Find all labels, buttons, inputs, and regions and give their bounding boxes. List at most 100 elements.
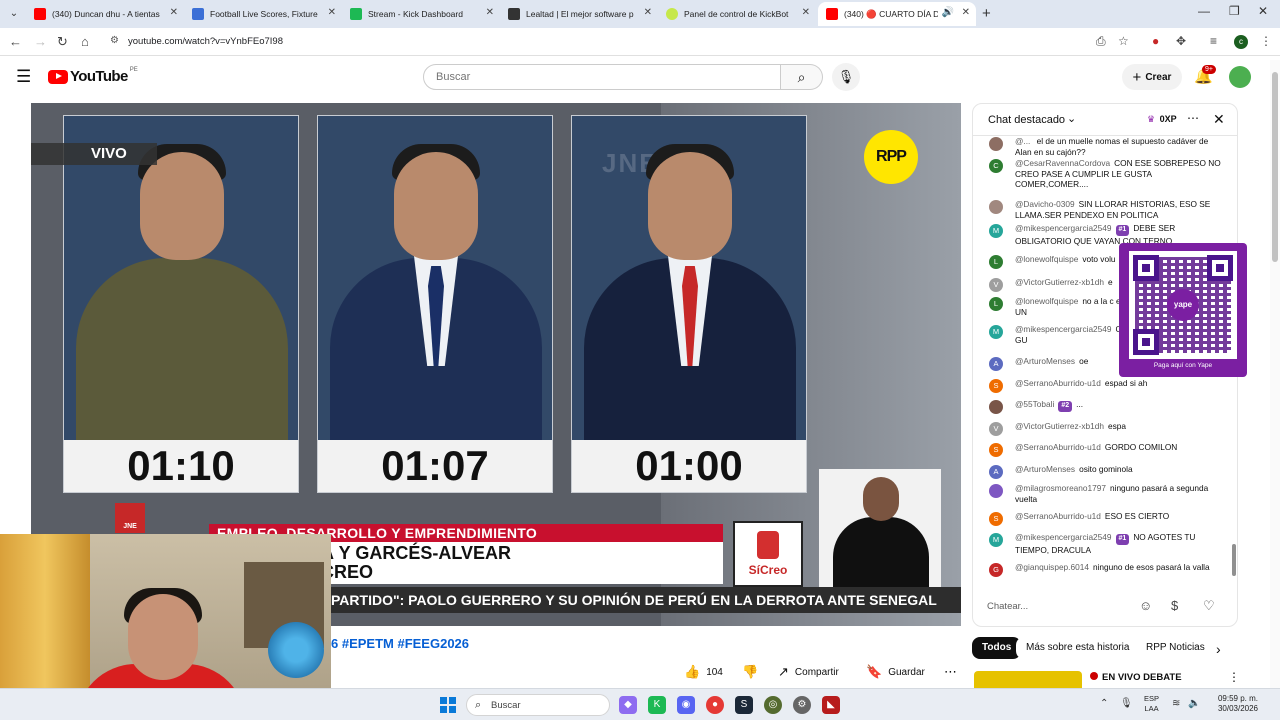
volume-icon[interactable]: 🔈 bbox=[1188, 698, 1200, 709]
windows-start-icon[interactable] bbox=[440, 697, 456, 713]
chat-author-avatar[interactable]: S bbox=[989, 512, 1003, 526]
recommended-video-title[interactable]: EN VIVO DEBATE bbox=[1090, 672, 1182, 683]
chat-author-name[interactable]: @gianquispep.6014 bbox=[1015, 562, 1089, 572]
chat-author-avatar[interactable] bbox=[989, 200, 1003, 214]
chat-author-name[interactable]: @ArturoMenses bbox=[1015, 464, 1075, 474]
tray-mic-icon[interactable]: 🎙 bbox=[1120, 698, 1133, 709]
heart-icon[interactable]: ♡ bbox=[1203, 598, 1215, 614]
chat-author-avatar[interactable]: M bbox=[989, 224, 1003, 238]
app-icon-7[interactable]: ⚙ bbox=[793, 696, 811, 714]
recommended-video-thumbnail[interactable] bbox=[974, 671, 1082, 688]
copilot-app-icon[interactable]: ◆ bbox=[619, 696, 637, 714]
extensions-puzzle-icon[interactable]: ✥ bbox=[1176, 34, 1186, 48]
reload-icon[interactable]: ↻ bbox=[57, 34, 68, 50]
back-icon[interactable]: ← bbox=[9, 34, 22, 49]
wifi-icon[interactable]: ≋ bbox=[1172, 698, 1180, 709]
browser-tab-2[interactable]: Football Live Scores, Fixtures & ✕ bbox=[184, 2, 342, 26]
chat-message[interactable]: M @mikespencergarcia2549 #1 NO AGOTES TU TI… bbox=[989, 532, 1221, 555]
xp-counter[interactable]: ♛ 0XP bbox=[1147, 114, 1177, 125]
chat-author-name[interactable]: @SerranoAburrido-u1d bbox=[1015, 511, 1101, 521]
chat-author-avatar[interactable] bbox=[989, 400, 1003, 414]
video-hashtags[interactable]: 6 #EPETM #FEEG2026 bbox=[331, 636, 469, 651]
install-app-icon[interactable]: ⎙ bbox=[1096, 34, 1106, 49]
taskbar-clock[interactable]: 09:59 p. m. 30/03/2026 bbox=[1208, 694, 1258, 714]
page-scrollbar[interactable] bbox=[1270, 60, 1280, 688]
chat-message[interactable]: @Davicho-0309 SIN LLORAR HISTORIAS, ESO S… bbox=[989, 199, 1221, 220]
chrome-app-icon[interactable]: ● bbox=[706, 696, 724, 714]
chat-scroll-thumb[interactable] bbox=[1232, 544, 1236, 576]
tab-close-icon[interactable]: ✕ bbox=[170, 7, 178, 18]
chat-message[interactable]: V @VictorGutierrez-xb1dh espa bbox=[989, 421, 1221, 436]
create-button[interactable]: + Crear bbox=[1122, 64, 1182, 90]
like-button[interactable]: 👍 104 bbox=[674, 660, 730, 684]
chat-input[interactable]: Chatear... bbox=[987, 596, 1137, 618]
dislike-button[interactable]: 👎 bbox=[732, 660, 760, 684]
hamburger-menu-icon[interactable]: ☰ bbox=[16, 67, 31, 87]
chat-author-name[interactable]: @55Tobali bbox=[1015, 399, 1054, 409]
super-chat-icon[interactable]: $ bbox=[1171, 598, 1178, 613]
media-control-icon[interactable]: ≡ bbox=[1210, 34, 1217, 48]
chat-author-name[interactable]: @Davicho-0309 bbox=[1015, 199, 1075, 209]
more-actions-button[interactable]: ⋯ bbox=[934, 660, 962, 684]
tab-close-icon[interactable]: ✕ bbox=[328, 7, 336, 18]
chat-author-name[interactable]: @VictorGutierrez-xb1dh bbox=[1015, 277, 1104, 287]
steam-app-icon[interactable]: S bbox=[735, 696, 753, 714]
chat-author-name[interactable]: @lonewolfquispe bbox=[1015, 296, 1078, 306]
chat-message[interactable]: @... el de un muelle nomas el supuesto c… bbox=[989, 136, 1221, 157]
share-button[interactable]: ↗ Compartir bbox=[768, 660, 852, 684]
chat-message[interactable]: C @CesarRavennaCordova CON ESE SOBREPESO N… bbox=[989, 158, 1221, 190]
account-avatar[interactable] bbox=[1229, 66, 1251, 88]
chat-author-name[interactable]: @mikespencergarcia2549 bbox=[1015, 324, 1112, 334]
tray-chevron-icon[interactable]: ⌃ bbox=[1100, 698, 1108, 709]
chat-author-name[interactable]: @SerranoAburrido-u1d bbox=[1015, 442, 1101, 452]
tab-close-icon[interactable]: ✕ bbox=[802, 7, 810, 18]
minimize-icon[interactable]: — bbox=[1198, 4, 1210, 18]
browser-menu-icon[interactable]: ⋮ bbox=[1260, 34, 1272, 48]
search-input[interactable]: Buscar bbox=[423, 64, 781, 90]
chat-author-name[interactable]: @SerranoAburrido-u1d bbox=[1015, 378, 1101, 388]
extension-red-icon[interactable]: ● bbox=[1152, 34, 1159, 48]
chat-message[interactable]: S @SerranoAburrido-u1d GORDO COMILON bbox=[989, 442, 1221, 457]
chip-rpp[interactable]: RPP Noticias bbox=[1136, 637, 1215, 659]
emoji-icon[interactable]: ☺ bbox=[1139, 598, 1152, 613]
chip-all[interactable]: Todos bbox=[972, 637, 1022, 659]
chat-author-name[interactable]: @ArturoMenses bbox=[1015, 356, 1075, 366]
chat-author-avatar[interactable]: A bbox=[989, 357, 1003, 371]
browser-tab-6-active[interactable]: (340) 🔴 CUARTO DÍA DEL 🔊 ✕ bbox=[818, 2, 976, 26]
chat-author-avatar[interactable]: M bbox=[989, 325, 1003, 339]
chat-message[interactable]: G @gianquispep.6014 ninguno de esos pasará… bbox=[989, 562, 1221, 577]
recommended-more-icon[interactable]: ⋮ bbox=[1228, 670, 1240, 684]
chat-author-avatar[interactable]: G bbox=[989, 563, 1003, 577]
page-scroll-thumb[interactable] bbox=[1272, 72, 1278, 262]
site-info-icon[interactable]: ⚙ bbox=[110, 35, 119, 46]
chat-author-name[interactable]: @... bbox=[1015, 136, 1033, 146]
chevron-right-icon[interactable]: › bbox=[1216, 641, 1221, 657]
chat-author-avatar[interactable]: L bbox=[989, 297, 1003, 311]
save-button[interactable]: 🔖 Guardar bbox=[856, 660, 928, 684]
tab-search-chevron-icon[interactable]: ⌄ bbox=[6, 6, 22, 22]
chat-author-avatar[interactable]: L bbox=[989, 255, 1003, 269]
audio-playing-icon[interactable]: 🔊 bbox=[942, 7, 954, 18]
chip-more-story[interactable]: Más sobre esta historia bbox=[1016, 637, 1140, 659]
chat-author-avatar[interactable]: C bbox=[989, 159, 1003, 173]
chat-message[interactable]: S @SerranoAburrido-u1d ESO ES CIERTO bbox=[989, 511, 1221, 526]
close-chat-icon[interactable]: ✕ bbox=[1213, 111, 1225, 128]
tab-close-icon[interactable]: ✕ bbox=[486, 7, 494, 18]
chat-author-name[interactable]: @lonewolfquispe bbox=[1015, 254, 1078, 264]
browser-tab-3[interactable]: Stream - Kick Dashboard ✕ bbox=[342, 2, 500, 26]
chat-mode-dropdown[interactable]: Chat destacado bbox=[988, 114, 1065, 126]
chat-author-name[interactable]: @CesarRavennaCordova bbox=[1015, 158, 1110, 168]
bookmark-star-icon[interactable]: ☆ bbox=[1118, 34, 1129, 48]
app-icon-6[interactable]: ◎ bbox=[764, 696, 782, 714]
home-icon[interactable]: ⌂ bbox=[81, 34, 89, 49]
browser-tab-1[interactable]: (340) Duncan dhu - A tientas (lt ✕ bbox=[26, 2, 184, 26]
chat-message[interactable]: @55Tobali #2... bbox=[989, 399, 1221, 414]
omnibox[interactable]: ⚙ youtube.com/watch?v=vYnbFEo7I98 ⎙ ☆ bbox=[104, 31, 1140, 53]
chat-author-avatar[interactable]: V bbox=[989, 278, 1003, 292]
chat-message[interactable]: S @SerranoAburrido-u1d espad si ah bbox=[989, 378, 1221, 393]
chat-author-avatar[interactable] bbox=[989, 137, 1003, 151]
chat-more-icon[interactable]: ⋯ bbox=[1187, 111, 1199, 125]
chat-author-name[interactable]: @mikespencergarcia2549 bbox=[1015, 223, 1112, 233]
youtube-logo[interactable]: YouTube PE bbox=[48, 67, 138, 85]
chat-author-avatar[interactable]: V bbox=[989, 422, 1003, 436]
